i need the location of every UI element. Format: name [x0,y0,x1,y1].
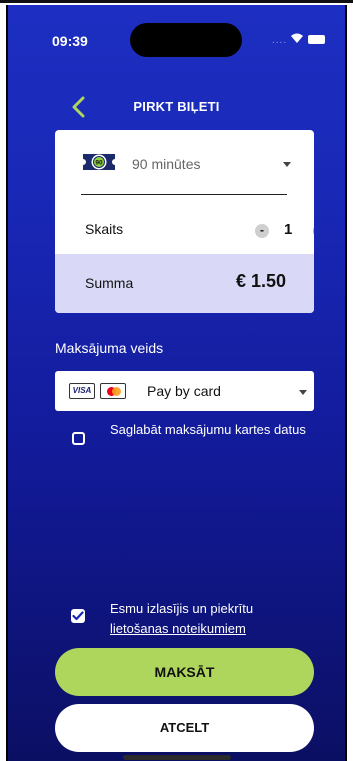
ticket-card: 90 90 minūtes Skaits - 1 + Summa € 1.50 [55,130,314,313]
sum-row: Summa € 1.50 [55,254,314,313]
ticket-type-select[interactable]: 90 90 minūtes [55,130,314,198]
battery-icon [308,35,325,44]
signal-icon: .... [272,35,288,46]
ticket-badge-text: 90 [95,160,103,167]
payment-method-select[interactable]: VISA Pay by card [55,371,314,411]
visa-icon: VISA [69,383,95,399]
sum-value: € 1.50 [235,271,286,291]
dynamic-island [130,23,242,57]
quantity-label: Skaits [85,221,124,237]
wifi-icon [291,33,303,43]
top-border [0,0,353,3]
payment-method-label: Pay by card [147,383,221,399]
ticket-icon: 90 [83,154,115,170]
terms-statement: Esmu izlasījis un piekrītu [110,601,254,616]
chevron-down-icon [283,162,291,167]
terms-text: Esmu izlasījis un piekrītu lietošanas no… [110,599,253,639]
phone-screen: 09:39 .... PIRKT BIĻETI 90 90 minūtes Sk… [6,5,347,761]
quantity-value: 1 [284,221,293,238]
checkmark-icon [72,611,84,621]
divider [81,194,287,195]
payment-method-title: Maksājuma veids [55,340,164,356]
home-indicator [123,755,231,760]
mastercard-icon [100,383,126,399]
terms-checkbox[interactable] [71,609,85,623]
page-title: PIRKT BIĻETI [133,99,220,114]
save-card-label: Saglabāt maksājumu kartes datus [110,422,306,437]
status-time: 09:39 [52,33,88,49]
decrease-quantity-button[interactable]: - [255,224,269,238]
cancel-button[interactable]: ATCELT [55,704,314,752]
increase-quantity-button[interactable]: + [313,224,314,238]
terms-link[interactable]: lietošanas noteikumiem [110,619,246,639]
status-bar: 09:39 .... [8,5,345,65]
save-card-checkbox[interactable] [72,432,85,445]
ticket-type-label: 90 minūtes [132,156,201,172]
pay-button[interactable]: MAKSĀT [55,648,314,696]
sum-label: Summa [85,275,134,291]
chevron-down-icon [299,390,307,395]
